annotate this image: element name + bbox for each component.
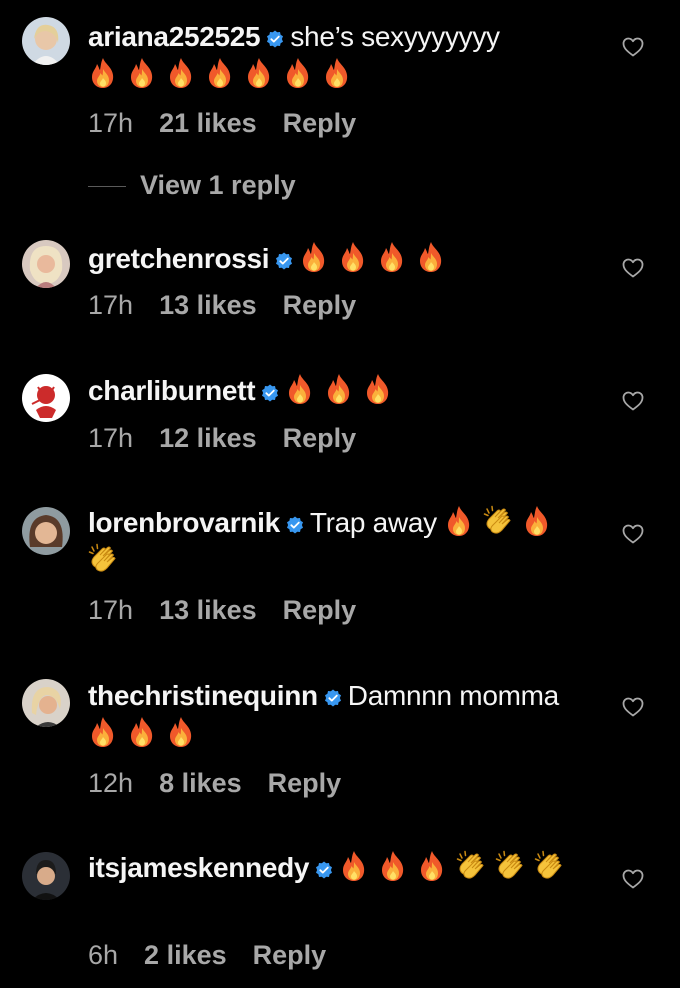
reply-button[interactable]: Reply <box>283 290 357 320</box>
clapping-hands-emoji-icon <box>456 850 486 882</box>
like-heart-icon[interactable] <box>622 869 644 889</box>
likes-count[interactable]: 13 likes <box>159 595 257 625</box>
comment-meta: 17h 12 likes Reply <box>88 423 382 454</box>
reply-button[interactable]: Reply <box>283 108 357 138</box>
comment-meta: 17h 13 likes Reply <box>88 595 382 626</box>
likes-count[interactable]: 2 likes <box>144 940 227 970</box>
username[interactable]: gretchenrossi <box>88 243 270 274</box>
comment-time: 17h <box>88 108 134 138</box>
comment-time: 12h <box>88 768 134 798</box>
avatar[interactable] <box>22 507 70 555</box>
fire-emoji-icon <box>338 241 368 273</box>
verified-badge-icon <box>266 30 284 48</box>
username[interactable]: charliburnett <box>88 375 256 406</box>
fire-emoji-icon <box>377 241 407 273</box>
clapping-hands-emoji-icon <box>88 543 118 575</box>
fire-emoji-icon <box>522 505 552 537</box>
verified-badge-icon <box>275 252 293 270</box>
comment-body: charliburnett <box>88 372 588 410</box>
username[interactable]: ariana252525 <box>88 21 261 52</box>
view-replies-button[interactable]: View 1 reply <box>88 170 296 201</box>
emoji-row <box>299 241 455 274</box>
comment-text: she’s sexyyyyyyy <box>290 21 500 52</box>
comment-body: lorenbrovarnik Trap away <box>88 504 588 580</box>
comment-meta: 12h 8 likes Reply <box>88 768 367 799</box>
emoji-row <box>88 716 205 749</box>
emoji-row <box>88 57 361 90</box>
fire-emoji-icon <box>88 57 118 89</box>
fire-emoji-icon <box>378 850 408 882</box>
emoji-row <box>285 373 402 406</box>
fire-emoji-icon <box>166 57 196 89</box>
likes-count[interactable]: 8 likes <box>159 768 242 798</box>
fire-emoji-icon <box>339 850 369 882</box>
clapping-hands-emoji-icon <box>534 850 564 882</box>
like-heart-icon[interactable] <box>622 524 644 544</box>
verified-badge-icon <box>324 689 342 707</box>
comment-meta: 6h 2 likes Reply <box>88 940 352 971</box>
comment-body: thechristinequinn Damnnn momma <box>88 677 588 753</box>
comment-text: Damnnn momma <box>347 680 559 711</box>
fire-emoji-icon <box>363 373 393 405</box>
like-heart-icon[interactable] <box>622 391 644 411</box>
username[interactable]: lorenbrovarnik <box>88 507 280 538</box>
verified-badge-icon <box>286 516 304 534</box>
comment-body: itsjameskennedy <box>88 849 588 887</box>
reply-button[interactable]: Reply <box>268 768 342 798</box>
avatar[interactable] <box>22 374 70 422</box>
like-heart-icon[interactable] <box>622 37 644 57</box>
reply-button[interactable]: Reply <box>253 940 327 970</box>
fire-emoji-icon <box>324 373 354 405</box>
comment-body: gretchenrossi <box>88 240 588 278</box>
avatar[interactable] <box>22 17 70 65</box>
fire-emoji-icon <box>127 57 157 89</box>
verified-badge-icon <box>315 861 333 879</box>
fire-emoji-icon <box>416 241 446 273</box>
likes-count[interactable]: 12 likes <box>159 423 257 453</box>
avatar[interactable] <box>22 852 70 900</box>
like-heart-icon[interactable] <box>622 258 644 278</box>
comment-meta: 17h 13 likes Reply <box>88 290 382 321</box>
view-replies-label: View 1 reply <box>140 170 296 200</box>
fire-emoji-icon <box>417 850 447 882</box>
fire-emoji-icon <box>285 373 315 405</box>
comment-text: Trap away <box>309 507 437 538</box>
likes-count[interactable]: 13 likes <box>159 290 257 320</box>
fire-emoji-icon <box>283 57 313 89</box>
fire-emoji-icon <box>88 716 118 748</box>
fire-emoji-icon <box>322 57 352 89</box>
fire-emoji-icon <box>166 716 196 748</box>
comment-time: 17h <box>88 423 134 453</box>
comment-body: ariana252525 she’s sexyyyyyyy <box>88 18 588 94</box>
like-heart-icon[interactable] <box>622 697 644 717</box>
reply-thread-line <box>88 186 126 188</box>
verified-badge-icon <box>261 384 279 402</box>
reply-button[interactable]: Reply <box>283 595 357 625</box>
avatar[interactable] <box>22 679 70 727</box>
comment-time: 17h <box>88 595 134 625</box>
comment-time: 6h <box>88 940 119 970</box>
clapping-hands-emoji-icon <box>483 505 513 537</box>
fire-emoji-icon <box>299 241 329 273</box>
fire-emoji-icon <box>244 57 274 89</box>
fire-emoji-icon <box>444 505 474 537</box>
comment-time: 17h <box>88 290 134 320</box>
fire-emoji-icon <box>127 716 157 748</box>
username[interactable]: itsjameskennedy <box>88 852 309 883</box>
username[interactable]: thechristinequinn <box>88 680 318 711</box>
emoji-row <box>339 850 573 883</box>
likes-count[interactable]: 21 likes <box>159 108 257 138</box>
comment-meta: 17h 21 likes Reply <box>88 108 382 139</box>
clapping-hands-emoji-icon <box>495 850 525 882</box>
reply-button[interactable]: Reply <box>283 423 357 453</box>
avatar[interactable] <box>22 240 70 288</box>
fire-emoji-icon <box>205 57 235 89</box>
